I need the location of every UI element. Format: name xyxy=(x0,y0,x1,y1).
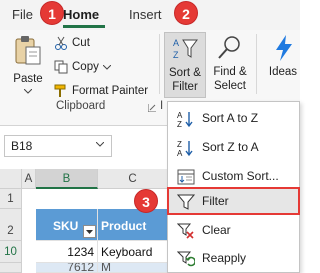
paste-icon xyxy=(15,36,41,65)
clipboard-group-label: Clipboard xyxy=(56,100,106,112)
format-painter-label: Format Painter xyxy=(72,85,149,97)
group-separator xyxy=(256,34,257,94)
menu-item-label: Custom Sort... xyxy=(202,169,279,183)
column-header-c[interactable]: C xyxy=(98,169,168,189)
menu-item-sort-a-to-z[interactable]: A Z Sort A to Z xyxy=(168,104,299,133)
svg-text:Z: Z xyxy=(177,120,182,128)
copy-icon xyxy=(54,60,68,74)
menu-item-filter[interactable]: Filter xyxy=(167,187,300,215)
ideas-lightning-icon xyxy=(276,35,292,61)
svg-text:A: A xyxy=(177,149,183,157)
menu-item-clear[interactable]: Clear xyxy=(168,216,299,245)
menu-item-label: Sort Z to A xyxy=(202,140,259,154)
table-header-sku: SKU xyxy=(36,209,98,241)
select-all-corner[interactable] xyxy=(0,169,22,189)
product-header-label: Product xyxy=(101,219,147,233)
column-header-b[interactable]: B xyxy=(36,169,98,189)
table-header-product: Product xyxy=(98,209,168,241)
tab-insert[interactable]: Insert xyxy=(129,7,162,22)
tab-home-active-indicator xyxy=(63,25,105,28)
filter-icon xyxy=(177,194,195,210)
svg-text:Z: Z xyxy=(173,50,179,60)
copy-label: Copy xyxy=(72,61,99,73)
sort-and-filter-button[interactable]: A Z Sort & Filter xyxy=(164,32,206,98)
clear-filter-icon xyxy=(177,223,194,239)
step-badge-3: 3 xyxy=(134,189,158,213)
column-header-a[interactable]: A xyxy=(22,169,36,189)
table-cell-product[interactable]: M xyxy=(98,263,168,273)
menu-item-label: Reapply xyxy=(202,251,247,265)
menu-item-reapply[interactable]: Reapply xyxy=(168,244,299,273)
ideas-label: Ideas xyxy=(268,66,298,78)
sort-filter-icon: A Z xyxy=(173,38,198,60)
find-and-select-button[interactable]: Find & Select xyxy=(210,32,250,98)
table-cell-sku[interactable]: 1234 xyxy=(36,241,98,263)
tab-file[interactable]: File xyxy=(12,7,33,22)
menu-item-label: Sort A to Z xyxy=(202,111,259,125)
ribbon-tabs: File Home Insert 1 2 xyxy=(0,0,300,30)
reapply-icon xyxy=(177,251,195,267)
chevron-down-icon xyxy=(24,89,32,94)
sort-a-to-z-icon: A Z xyxy=(177,111,193,128)
paste-label: Paste xyxy=(13,73,43,85)
step-badge-2: 2 xyxy=(174,1,198,25)
row-header-partial[interactable] xyxy=(0,263,22,273)
svg-text:A: A xyxy=(173,38,179,48)
chevron-down-icon[interactable] xyxy=(96,142,104,147)
ideas-button[interactable]: Ideas xyxy=(262,32,300,98)
format-painter-button[interactable]: Format Painter xyxy=(54,81,148,101)
custom-sort-icon xyxy=(177,169,195,185)
sort-filter-label-line1: Sort & xyxy=(169,67,201,79)
find-select-label-line1: Find & xyxy=(213,66,247,78)
dialog-launcher-icon[interactable] xyxy=(148,104,156,112)
row-header-2[interactable]: 2 xyxy=(0,209,22,241)
cut-label: Cut xyxy=(72,37,90,49)
search-icon xyxy=(218,36,240,59)
filter-dropdown-button[interactable] xyxy=(83,225,96,238)
sort-filter-label-line2: Filter xyxy=(172,81,198,93)
svg-text:A: A xyxy=(177,111,183,120)
tab-home[interactable]: Home xyxy=(63,7,99,22)
sku-header-label: SKU xyxy=(53,219,79,233)
chevron-down-icon xyxy=(102,64,111,70)
menu-item-sort-z-to-a[interactable]: Z A Sort Z to A xyxy=(168,133,299,162)
find-select-label-line2: Select xyxy=(214,80,246,92)
format-painter-icon xyxy=(54,84,66,97)
paste-button[interactable]: Paste xyxy=(10,34,46,96)
svg-text:Z: Z xyxy=(177,140,182,149)
chevron-down-icon xyxy=(86,230,93,234)
row-header-10[interactable]: 10 xyxy=(0,241,22,263)
sort-z-to-a-icon: Z A xyxy=(177,140,193,157)
table-cell-product[interactable]: Keyboard xyxy=(98,241,168,263)
cut-button[interactable]: Cut xyxy=(54,33,90,53)
menu-item-label: Clear xyxy=(202,223,231,237)
menu-item-label: Filter xyxy=(202,194,229,208)
editing-group-label: I xyxy=(160,100,164,112)
group-separator xyxy=(159,34,160,94)
table-cell-sku[interactable]: 7612 xyxy=(36,263,98,273)
copy-button[interactable]: Copy xyxy=(54,57,115,77)
scissors-icon xyxy=(55,36,67,50)
step-badge-1: 1 xyxy=(40,1,64,25)
row-header-1[interactable]: 1 xyxy=(0,189,22,209)
